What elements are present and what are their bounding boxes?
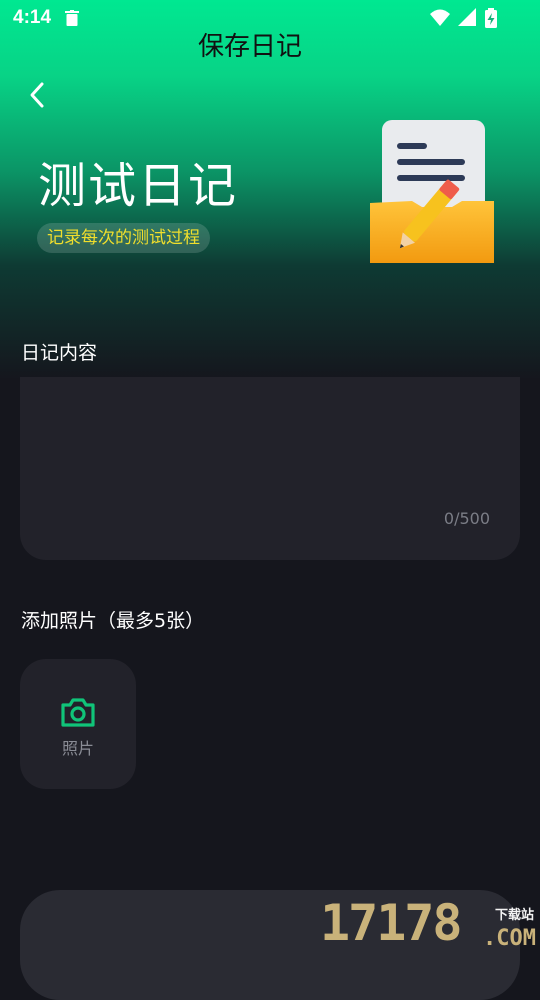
cell-signal-icon bbox=[458, 8, 476, 26]
save-diary-label: 保存日记 bbox=[197, 32, 302, 62]
diary-illustration-icon bbox=[370, 120, 494, 263]
trash-icon bbox=[65, 10, 79, 26]
photos-section-label: 添加照片（最多5张） bbox=[21, 610, 205, 632]
watermark-tag: 下载站 bbox=[494, 908, 534, 923]
watermark-number: 17178 bbox=[320, 894, 463, 952]
camera-icon bbox=[61, 698, 95, 727]
character-counter: 0/500 bbox=[443, 509, 490, 528]
add-photo-label: 照片 bbox=[61, 739, 94, 758]
diary-content-input[interactable]: 0/500 bbox=[20, 377, 520, 560]
page-title: 测试日记 bbox=[38, 158, 239, 214]
watermark-logo: 17178 下载站 .COM bbox=[318, 894, 540, 960]
battery-charging-icon bbox=[485, 8, 497, 28]
watermark-suffix: .COM bbox=[483, 926, 536, 951]
content-section-label: 日记内容 bbox=[21, 342, 98, 364]
add-photo-button[interactable]: 照片 bbox=[20, 659, 136, 789]
wifi-icon bbox=[430, 9, 450, 26]
back-button[interactable] bbox=[24, 78, 54, 114]
page-subtitle: 记录每次的测试过程 bbox=[37, 223, 210, 253]
